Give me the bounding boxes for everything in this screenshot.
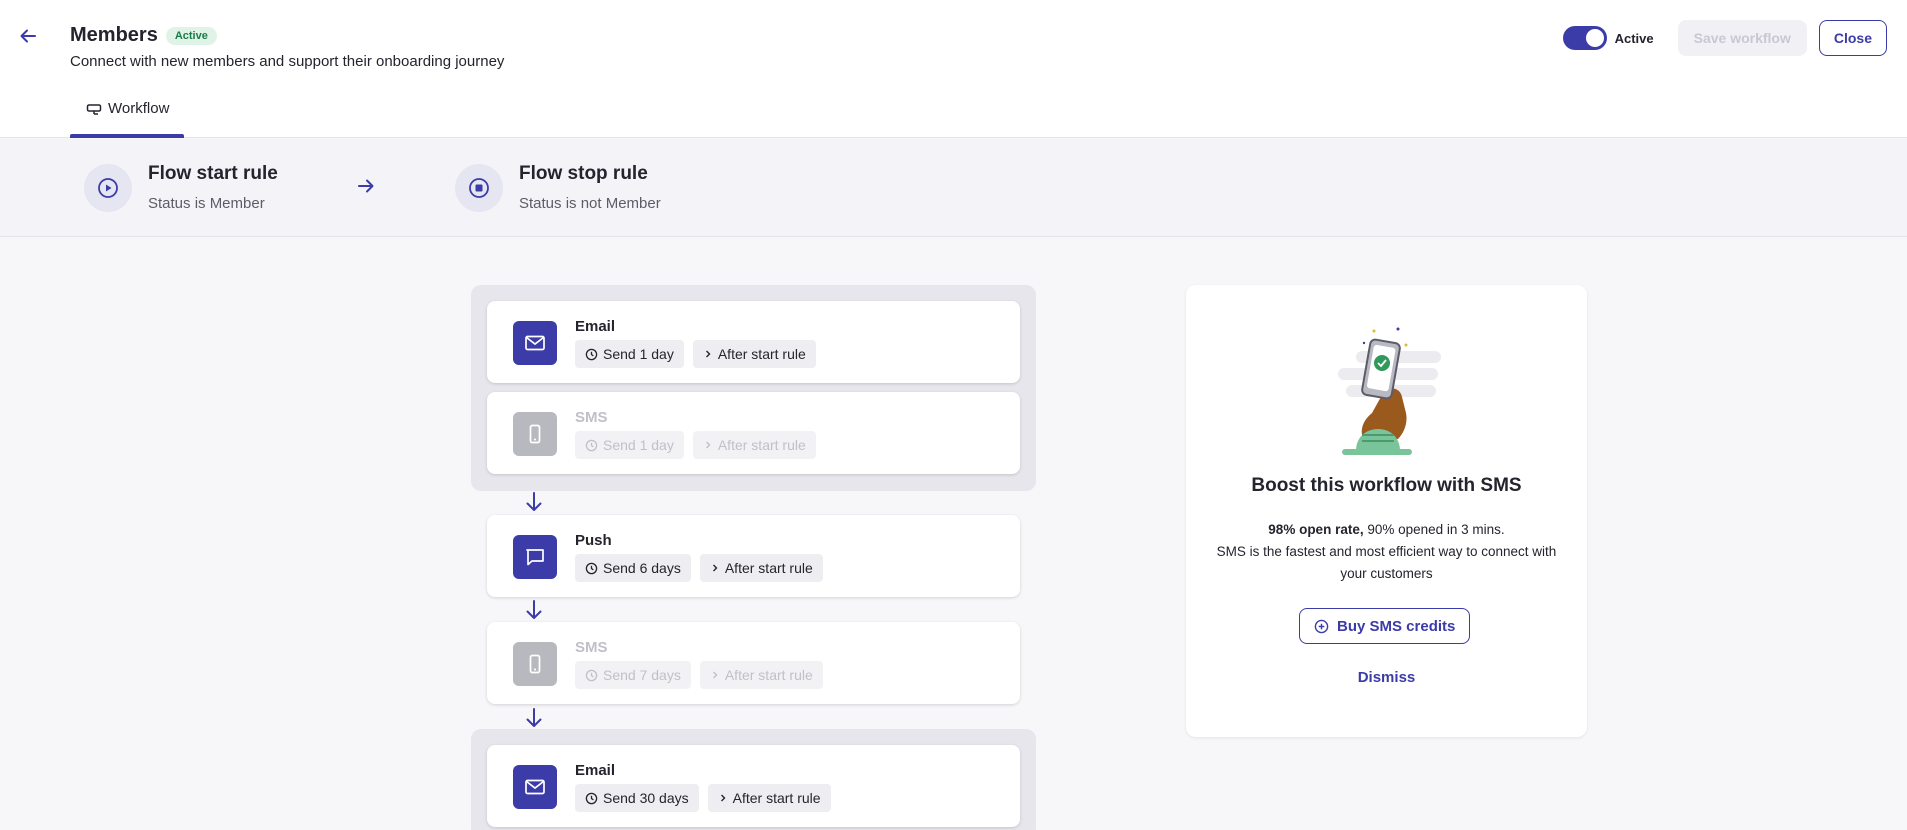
- step-chips: Send 30 days After start rule: [575, 784, 831, 812]
- step-icon-wrap: [513, 535, 557, 579]
- step-chips: Send 1 day After start rule: [575, 431, 816, 459]
- flow-stop-rule-title: Flow stop rule: [519, 163, 648, 184]
- flow-step-email[interactable]: Email Send 1 day After start rule: [487, 301, 1020, 383]
- flow-rules-bar: Flow start rule Status is Member Flow st…: [0, 139, 1907, 237]
- arrow-down-icon: [526, 492, 542, 511]
- step-channel: SMS: [575, 409, 608, 426]
- delay-text: Send 1 day: [603, 437, 674, 453]
- save-workflow-button[interactable]: Save workflow: [1677, 20, 1807, 56]
- sms-promo-card: Boost this workflow with SMS 98% open ra…: [1186, 285, 1587, 737]
- flow-start-rule[interactable]: Flow start rule Status is Member: [84, 163, 278, 212]
- dismiss-button[interactable]: Dismiss: [1186, 669, 1587, 686]
- trigger-chip[interactable]: After start rule: [699, 554, 823, 582]
- mail-icon: [525, 335, 545, 351]
- step-channel: SMS: [575, 639, 608, 656]
- promo-title: Boost this workflow with SMS: [1251, 475, 1522, 496]
- delay-chip[interactable]: Send 1 day: [575, 340, 684, 368]
- title-row: Members Active: [70, 24, 217, 47]
- trigger-chip[interactable]: After start rule: [699, 661, 823, 689]
- step-icon-wrap: [513, 321, 557, 365]
- arrow-left-icon: [20, 29, 36, 43]
- trigger-text: After start rule: [732, 790, 821, 806]
- promo-description: 98% open rate, 90% opened in 3 mins. SMS…: [1216, 519, 1557, 585]
- trigger-text: After start rule: [724, 667, 813, 683]
- flow-start-rule-title: Flow start rule: [148, 163, 278, 184]
- chevron-right-icon: [712, 671, 718, 679]
- clock-icon: [585, 669, 598, 681]
- delay-chip[interactable]: Send 1 day: [575, 431, 684, 459]
- step-icon-wrap: [513, 412, 557, 456]
- chevron-right-icon: [705, 441, 711, 449]
- step-chips: Send 7 days After start rule: [575, 661, 823, 689]
- chevron-right-icon: [720, 794, 726, 802]
- arrow-right-icon: [358, 179, 374, 193]
- hand-phone-illustration: [1338, 327, 1441, 455]
- page-title: Members: [70, 24, 158, 46]
- play-icon: [98, 177, 118, 198]
- mail-icon: [525, 779, 545, 795]
- stop-icon: [469, 177, 489, 198]
- clock-icon: [585, 439, 598, 451]
- page-subtitle: Connect with new members and support the…: [70, 53, 505, 70]
- active-toggle-label: Active: [1614, 30, 1654, 46]
- flow-stop-rule-subtitle: Status is not Member: [519, 195, 661, 212]
- promo-open-rate: 98% open rate,: [1268, 522, 1364, 537]
- step-channel: Push: [575, 532, 612, 549]
- toggle-knob: [1585, 29, 1604, 47]
- flow-start-rule-subtitle: Status is Member: [148, 195, 265, 212]
- delay-text: Send 7 days: [603, 667, 681, 683]
- rule-icon-wrap: [84, 163, 132, 212]
- plus-circle-icon: [1314, 619, 1329, 633]
- page-header: Members Active Connect with new members …: [0, 0, 1907, 138]
- step-channel: Email: [575, 762, 616, 779]
- flow-step-sms[interactable]: SMS Send 7 days After start rule: [487, 622, 1020, 704]
- header-actions: Active Save workflow Close: [1562, 20, 1887, 56]
- flow-step-email[interactable]: Email Send 30 days After start rule: [487, 745, 1020, 827]
- active-tab-indicator: [70, 134, 184, 138]
- promo-description-line: SMS is the fastest and most efficient wa…: [1216, 544, 1557, 581]
- trigger-chip[interactable]: After start rule: [692, 340, 816, 368]
- chevron-right-icon: [712, 564, 718, 572]
- step-icon-wrap: [513, 765, 557, 809]
- trigger-text: After start rule: [724, 560, 813, 576]
- step-chips: Send 6 days After start rule: [575, 554, 823, 582]
- phone-icon: [529, 654, 541, 674]
- phone-icon: [529, 424, 541, 444]
- flow-step-sms[interactable]: SMS Send 1 day After start rule: [487, 392, 1020, 474]
- buy-sms-credits-button[interactable]: Buy SMS credits: [1299, 608, 1471, 644]
- trigger-chip[interactable]: After start rule: [707, 784, 831, 812]
- delay-chip[interactable]: Send 30 days: [575, 784, 699, 812]
- chevron-right-icon: [705, 350, 711, 358]
- arrow-down-icon: [526, 600, 542, 619]
- rule-icon-wrap: [455, 163, 503, 212]
- buy-sms-credits-label: Buy SMS credits: [1337, 617, 1456, 635]
- promo-open-detail: 90% opened in 3 mins.: [1363, 522, 1505, 537]
- clock-icon: [585, 348, 598, 360]
- step-chips: Send 1 day After start rule: [575, 340, 816, 368]
- trigger-text: After start rule: [717, 346, 806, 362]
- active-toggle[interactable]: [1562, 26, 1607, 50]
- delay-chip[interactable]: Send 7 days: [575, 661, 691, 689]
- delay-chip[interactable]: Send 6 days: [575, 554, 691, 582]
- tab-workflow-label: Workflow: [108, 100, 170, 117]
- flow-stop-rule[interactable]: Flow stop rule Status is not Member: [455, 163, 661, 212]
- chat-icon: [526, 549, 544, 566]
- flow-step-push[interactable]: Push Send 6 days After start rule: [487, 515, 1020, 597]
- clock-icon: [585, 792, 598, 804]
- arrow-down-icon: [526, 708, 542, 727]
- clock-icon: [585, 562, 598, 574]
- tab-workflow[interactable]: Workflow: [70, 100, 185, 138]
- trigger-chip[interactable]: After start rule: [692, 431, 816, 459]
- step-icon-wrap: [513, 642, 557, 686]
- status-badge: Active: [165, 26, 217, 45]
- close-button[interactable]: Close: [1818, 20, 1887, 56]
- delay-text: Send 1 day: [603, 346, 674, 362]
- delay-text: Send 30 days: [603, 790, 689, 806]
- step-channel: Email: [575, 318, 616, 335]
- back-button[interactable]: [16, 24, 40, 48]
- workflow-icon: [86, 104, 102, 115]
- delay-text: Send 6 days: [603, 560, 681, 576]
- trigger-text: After start rule: [717, 437, 806, 453]
